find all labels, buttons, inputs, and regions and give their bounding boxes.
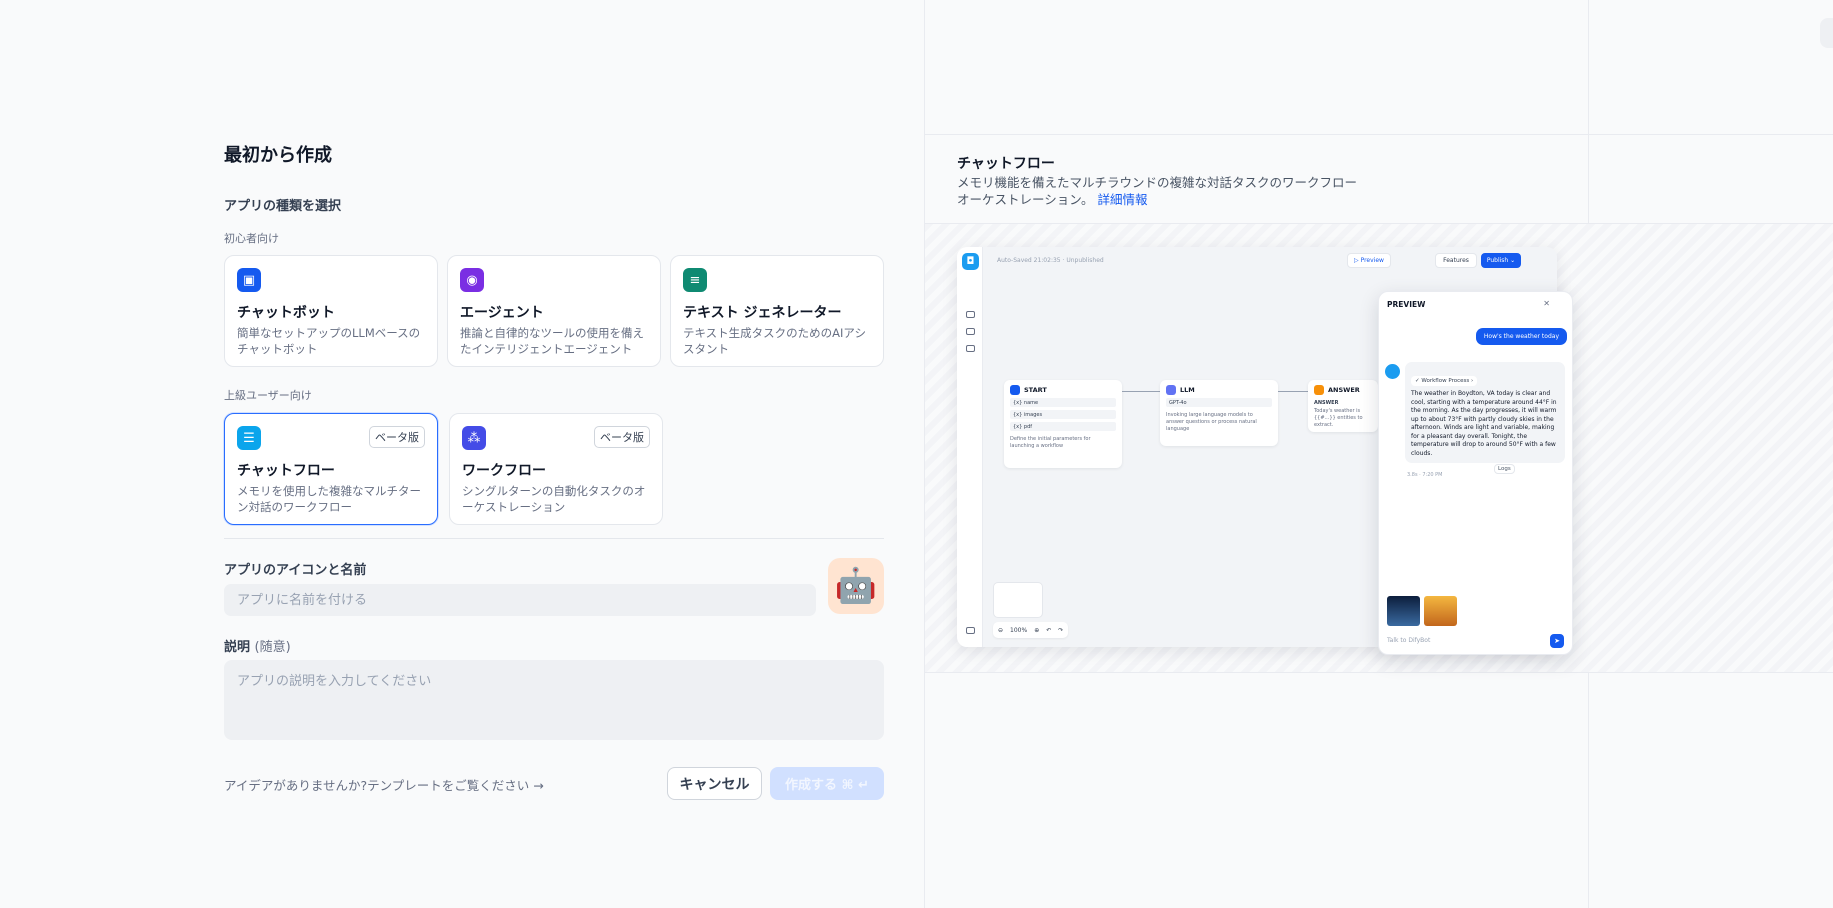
edge bbox=[1278, 391, 1308, 392]
create-app-form: 最初から作成 アプリの種類を選択 初心者向け ▣ チャットボット 簡単なセットア… bbox=[0, 0, 924, 908]
message-meta: 3.8s · 7:20 PM bbox=[1407, 472, 1443, 478]
app-avatar-picker[interactable]: 🤖 bbox=[828, 558, 884, 614]
node-desc: Define the initial parameters for launch… bbox=[1010, 436, 1091, 449]
start-node: START {x} name {x} images {x} pdf Define… bbox=[1004, 380, 1122, 468]
node-title: LLM bbox=[1180, 386, 1195, 394]
browse-templates-link[interactable]: アイデアがありませんか?テンプレートをご覧ください → bbox=[224, 775, 544, 794]
bot-message-text: The weather in Boydton, VA today is clea… bbox=[1411, 390, 1557, 457]
desc-optional-text: (随意) bbox=[254, 640, 291, 655]
zoom-in-icon: ⊕ bbox=[1034, 626, 1040, 634]
panel-icon bbox=[966, 328, 975, 335]
undo-icon: ↶ bbox=[1046, 626, 1052, 634]
card-desc: 推論と自律的なツールの使用を備えたインテリジェントエージェント bbox=[460, 326, 644, 356]
close-tab[interactable] bbox=[1820, 18, 1833, 48]
workflow-icon: ⁂ bbox=[462, 426, 486, 450]
app-type-card-chatflow[interactable]: ☰ ベータ版 チャットフロー メモリを使用した複雑なマルチターン対話のワークフロ… bbox=[224, 413, 438, 525]
llm-node-icon bbox=[1166, 385, 1176, 395]
card-desc: 簡単なセットアップのLLMベースのチャットボット bbox=[237, 326, 421, 356]
app-type-section-label: アプリの種類を選択 bbox=[224, 199, 342, 214]
card-title: チャットフロー bbox=[237, 463, 335, 479]
desc-label-text: 説明 bbox=[224, 640, 251, 655]
mock-preview-button: ▷ Preview bbox=[1347, 253, 1391, 268]
desc-section-label: 説明 (随意) bbox=[224, 636, 291, 655]
card-title: テキスト ジェネレーター bbox=[683, 305, 842, 321]
mock-sidebar: ◘ bbox=[957, 247, 983, 647]
beta-badge: ベータ版 bbox=[594, 426, 650, 448]
divider bbox=[224, 538, 884, 539]
zoom-toolbar: ⊖ 100% ⊕ ↶ ↷ bbox=[993, 622, 1069, 638]
text-generator-icon: ≡ bbox=[683, 268, 707, 292]
close-icon: ✕ bbox=[1543, 299, 1550, 308]
grid-line bbox=[925, 134, 1833, 135]
card-desc: メモリを使用した複雑なマルチターン対話のワークフロー bbox=[237, 484, 421, 514]
panel-icon bbox=[966, 345, 975, 352]
name-section-label: アプリのアイコンと名前 bbox=[224, 563, 367, 578]
bot-message: ✓ Workflow Process › The weather in Boyd… bbox=[1405, 362, 1565, 463]
learn-more-link[interactable]: 詳細情報 bbox=[1098, 192, 1148, 207]
redo-icon: ↷ bbox=[1058, 626, 1064, 634]
card-title: チャットボット bbox=[237, 305, 335, 321]
node-sub: ANSWER bbox=[1314, 400, 1339, 406]
mock-publish-button: Publish ⌄ bbox=[1481, 253, 1521, 268]
cancel-button[interactable]: キャンセル bbox=[667, 767, 762, 800]
chatflow-icon: ☰ bbox=[237, 426, 261, 450]
app-name-input[interactable] bbox=[224, 584, 816, 616]
app-type-card-workflow[interactable]: ⁂ ベータ版 ワークフロー シングルターンの自動化タスクのオーケストレーション bbox=[449, 413, 663, 525]
beginner-group-label: 初心者向け bbox=[224, 232, 279, 245]
autosave-status: Auto-Saved 21:02:35 · Unpublished bbox=[997, 257, 1104, 264]
workflow-process-pill: ✓ Workflow Process › bbox=[1411, 376, 1478, 386]
bot-avatar bbox=[1385, 364, 1400, 379]
app-type-card-agent[interactable]: ◉ エージェント 推論と自律的なツールの使用を備えたインテリジェントエージェント bbox=[447, 255, 661, 367]
image-attachment bbox=[1424, 596, 1457, 626]
beta-badge: ベータ版 bbox=[369, 426, 425, 448]
card-title: ワークフロー bbox=[462, 463, 546, 479]
start-node-icon bbox=[1010, 385, 1020, 395]
chat-input: Talk to DifyBot bbox=[1387, 637, 1431, 644]
panel-icon bbox=[966, 311, 975, 318]
logs-button: Logs bbox=[1494, 464, 1515, 474]
answer-node: ANSWER ANSWER Today's weather is {{#...}… bbox=[1308, 380, 1378, 432]
user-message: How's the weather today bbox=[1475, 328, 1567, 345]
zoom-level: 100% bbox=[1010, 626, 1028, 634]
send-icon: ➤ bbox=[1550, 634, 1564, 648]
image-attachment bbox=[1387, 596, 1420, 626]
node-var: {x} pdf bbox=[1010, 422, 1116, 431]
node-title: ANSWER bbox=[1328, 386, 1360, 394]
node-desc: Invoking large language models to answer… bbox=[1166, 412, 1257, 432]
answer-node-icon bbox=[1314, 385, 1324, 395]
preview-title: チャットフロー bbox=[957, 156, 1055, 172]
zoom-out-icon: ⊖ bbox=[998, 626, 1004, 634]
preview-desc-text: メモリ機能を備えたマルチラウンドの複雑な対話タスクのワークフローオーケストレーシ… bbox=[957, 175, 1358, 207]
edge bbox=[1122, 391, 1160, 392]
node-var: {x} name bbox=[1010, 398, 1116, 407]
node-desc: Today's weather is {{#...}} entities to … bbox=[1314, 408, 1363, 428]
node-model: GPT-4o bbox=[1166, 398, 1272, 407]
chatbot-icon: ▣ bbox=[237, 268, 261, 292]
bot-logo-icon: ◘ bbox=[962, 253, 979, 270]
advanced-group-label: 上級ユーザー向け bbox=[224, 389, 312, 402]
panel-icon bbox=[966, 627, 975, 634]
preview-description: メモリ機能を備えたマルチラウンドの複雑な対話タスクのワークフローオーケストレーシ… bbox=[957, 174, 1357, 208]
app-type-card-chatbot[interactable]: ▣ チャットボット 簡単なセットアップのLLMベースのチャットボット bbox=[224, 255, 438, 367]
grid-line bbox=[925, 672, 1833, 673]
app-description-input[interactable] bbox=[224, 660, 884, 740]
mock-features-button: Features bbox=[1435, 253, 1477, 268]
card-desc: テキスト生成タスクのためのAIアシスタント bbox=[683, 326, 866, 356]
chat-preview-title: PREVIEW bbox=[1387, 300, 1426, 309]
agent-icon: ◉ bbox=[460, 268, 484, 292]
card-title: エージェント bbox=[460, 305, 544, 321]
chat-preview-panel: PREVIEW ✕ How's the weather today ✓ Work… bbox=[1378, 291, 1573, 655]
node-var: {x} images bbox=[1010, 410, 1116, 419]
llm-node: LLM GPT-4o Invoking large language model… bbox=[1160, 380, 1278, 446]
app-type-card-text-generator[interactable]: ≡ テキスト ジェネレーター テキスト生成タスクのためのAIアシスタント bbox=[670, 255, 884, 367]
minimap bbox=[993, 582, 1043, 618]
page-title: 最初から作成 bbox=[224, 145, 332, 166]
card-desc: シングルターンの自動化タスクのオーケストレーション bbox=[462, 484, 646, 514]
create-button[interactable]: 作成する ⌘ ↵ bbox=[770, 767, 884, 800]
node-title: START bbox=[1024, 386, 1047, 394]
